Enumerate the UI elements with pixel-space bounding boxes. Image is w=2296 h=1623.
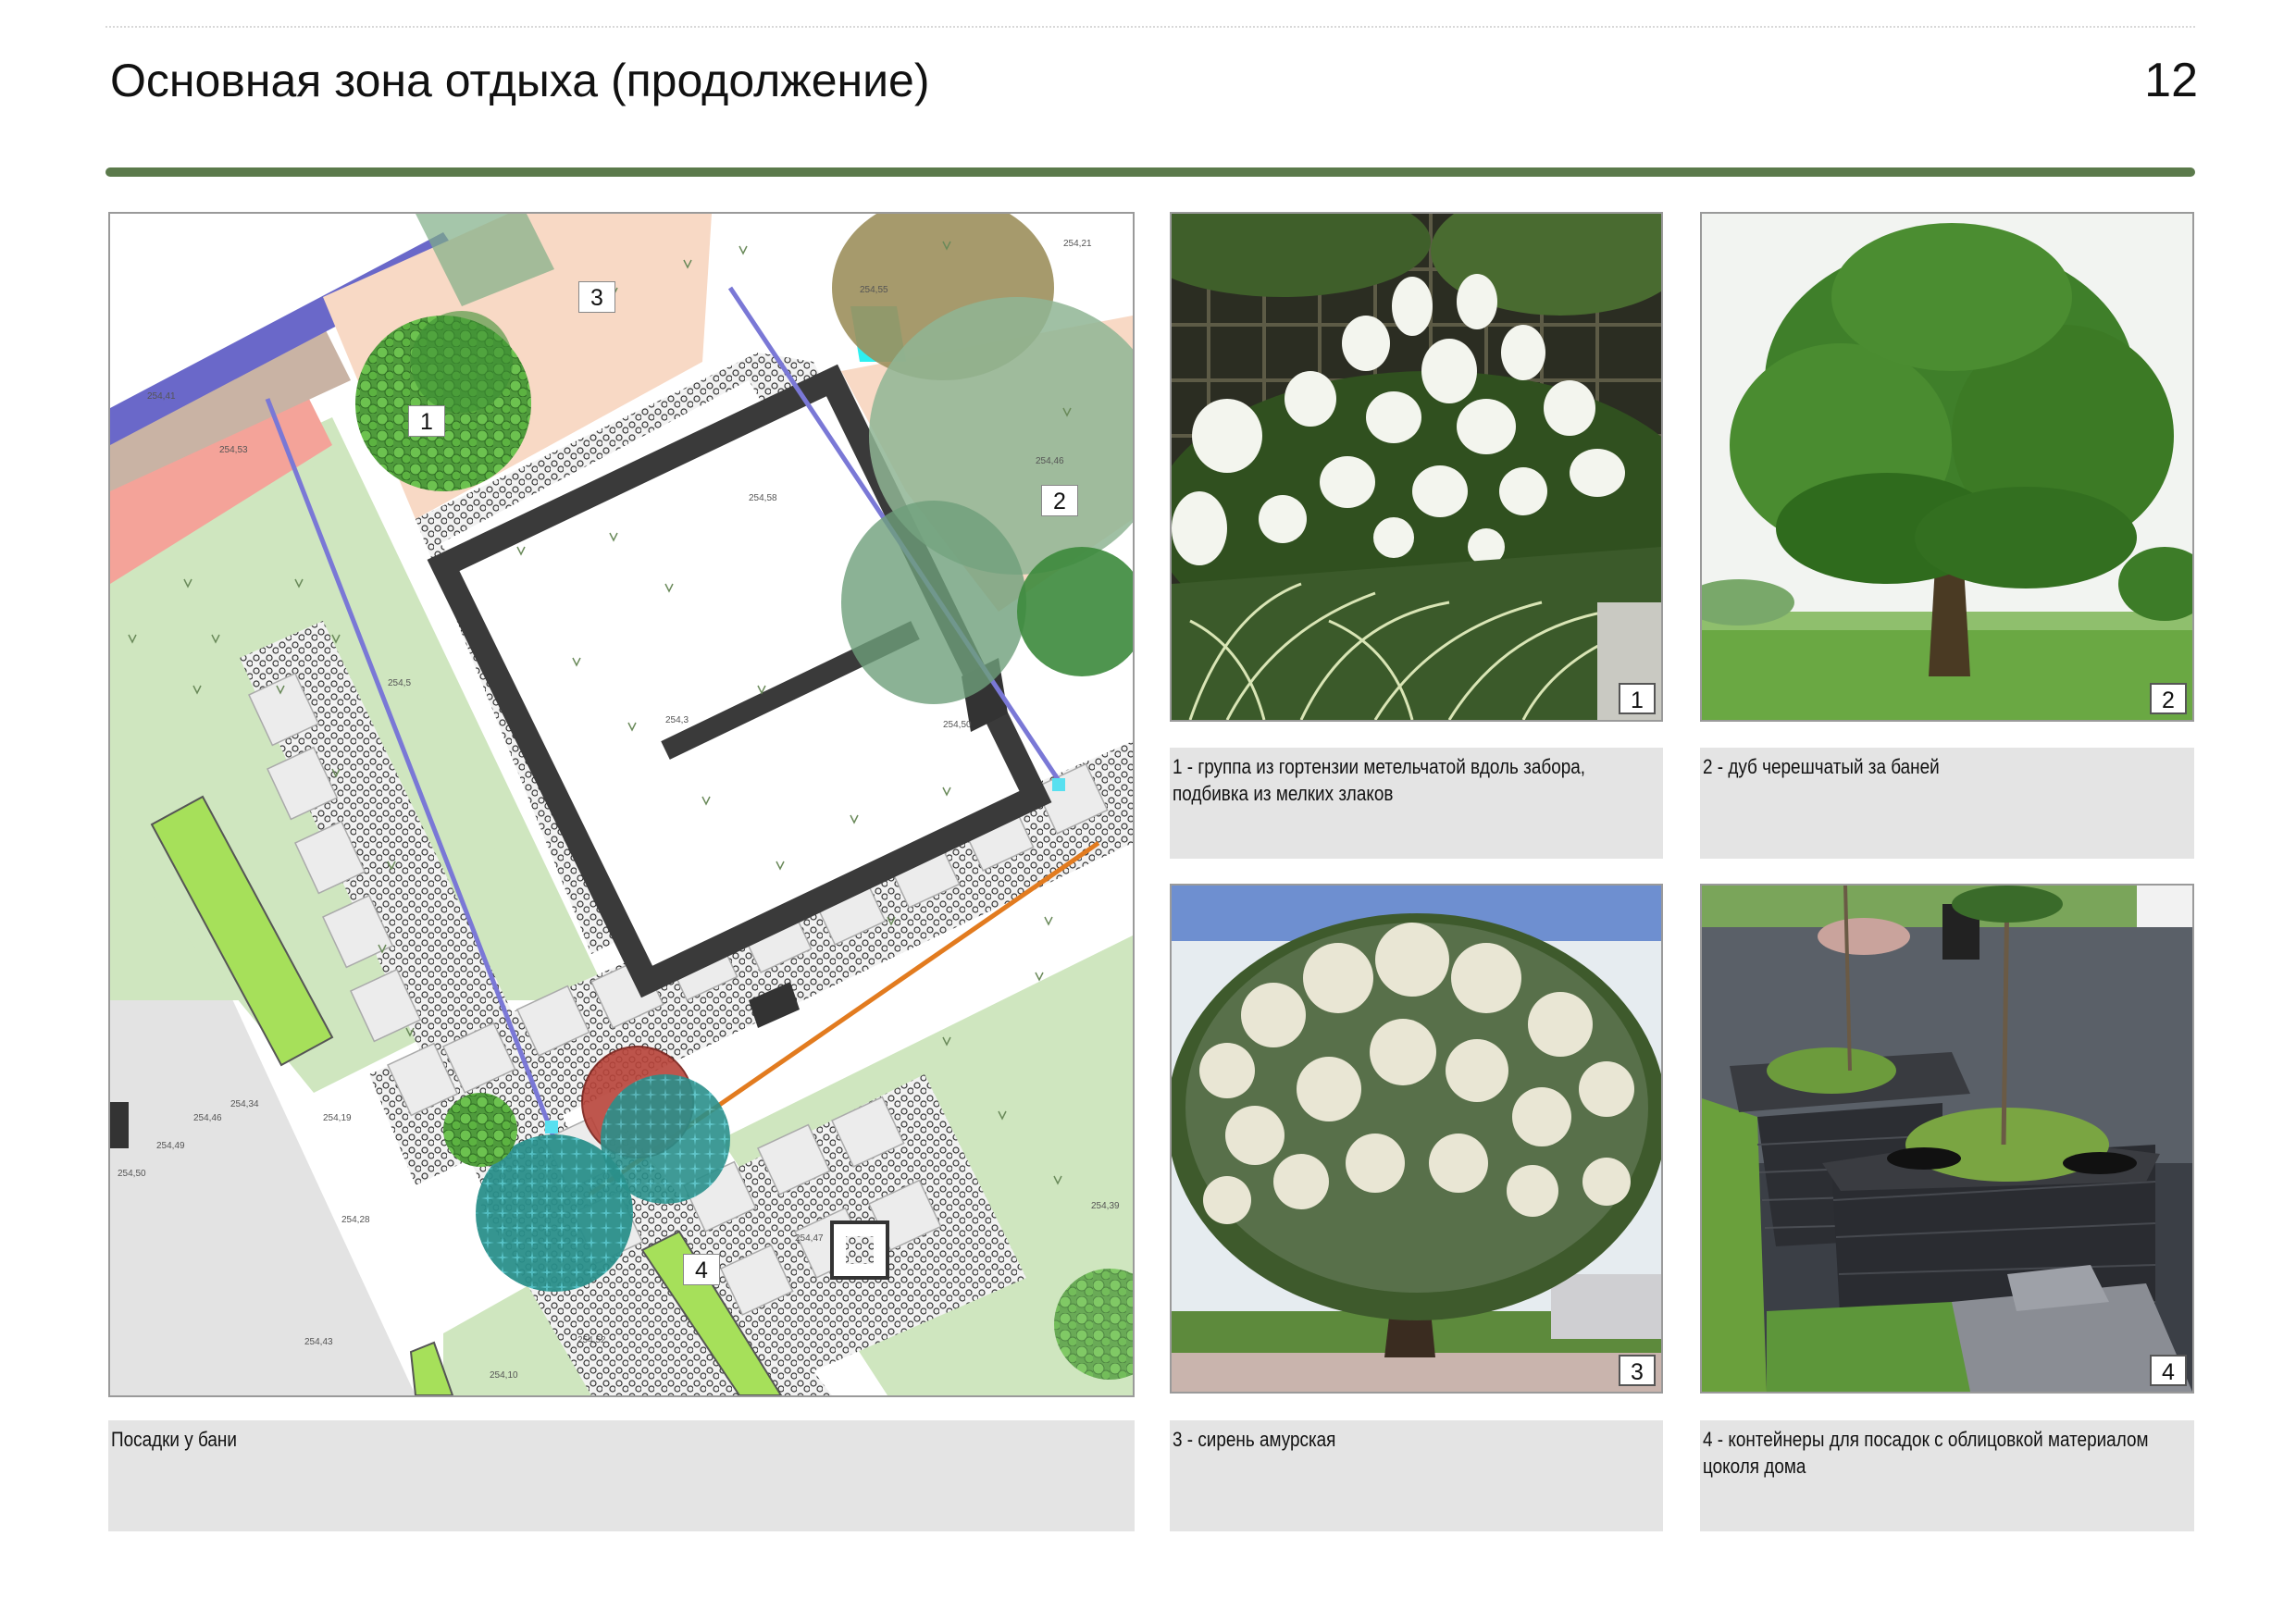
- hydrangea-image: [1172, 214, 1661, 720]
- planters-image: [1702, 886, 2192, 1392]
- photo-lilac: 3: [1170, 884, 1663, 1394]
- oak-image: [1702, 214, 2192, 720]
- top-guide-line: [105, 26, 2195, 31]
- site-plan-drawing: 254,21 254,41 254,53 254,58 254,46 254,5…: [110, 214, 1133, 1395]
- elevation-label: 254,21: [1063, 239, 1092, 249]
- elevation-label: 254,50: [943, 720, 972, 730]
- caption-line: 3 - сирень амурская: [1173, 1428, 1336, 1451]
- elevation-label: 254,10: [490, 1370, 518, 1381]
- elevation-label: 254,50: [118, 1169, 146, 1179]
- photo-number-badge: 3: [1619, 1355, 1656, 1386]
- header-rule: [105, 167, 2195, 177]
- elevation-label: 254,46: [1036, 456, 1064, 466]
- lilac-image: [1172, 886, 1661, 1392]
- elevation-label: 254,46: [193, 1113, 222, 1123]
- elevation-label: 254,55: [860, 285, 888, 295]
- page-title: Основная зона отдыха (продолжение): [110, 55, 930, 106]
- photo-hydrangea: 1: [1170, 212, 1663, 722]
- page-number: 12: [2144, 54, 2198, 107]
- elevation-label: 254,47: [795, 1233, 824, 1244]
- elevation-label: 254,58: [749, 493, 777, 503]
- site-plan: 254,21 254,41 254,53 254,58 254,46 254,5…: [108, 212, 1135, 1397]
- photo-3-caption: 3 - сирень амурская: [1170, 1420, 1663, 1531]
- plan-label-1: 1: [408, 405, 445, 437]
- elevation-label: 254,52: [577, 1335, 606, 1345]
- plan-caption-text: Посадки у бани: [111, 1428, 237, 1451]
- photo-4-caption: 4 - контейнеры для посадок с облицовкой …: [1700, 1420, 2194, 1531]
- photo-number-badge: 1: [1619, 683, 1656, 714]
- elevation-label: 254,41: [147, 391, 176, 402]
- elevation-label: 254,53: [219, 445, 248, 455]
- plan-label-3: 3: [578, 281, 615, 313]
- caption-line: 2 - дуб черешчатый за баней: [1703, 755, 1940, 778]
- photo-number-badge: 4: [2150, 1355, 2187, 1386]
- photo-1-caption: 1 - группа из гортензии метельчатой вдол…: [1170, 748, 1663, 859]
- caption-line: подбивка из мелких злаков: [1173, 782, 1394, 805]
- elevation-label: 254,49: [156, 1141, 185, 1151]
- plan-label-4: 4: [683, 1254, 720, 1285]
- photo-planters: 4: [1700, 884, 2194, 1394]
- plan-caption: Посадки у бани: [108, 1420, 1135, 1531]
- photo-2-caption: 2 - дуб черешчатый за баней: [1700, 748, 2194, 859]
- elevation-label: 254,19: [323, 1113, 352, 1123]
- photo-oak: 2: [1700, 212, 2194, 722]
- caption-line: 4 - контейнеры для посадок с облицовкой …: [1703, 1428, 2149, 1451]
- elevation-label: 254,5: [388, 678, 411, 688]
- elevation-label: 254,3: [665, 715, 689, 725]
- elevation-label: 254,43: [304, 1337, 333, 1347]
- plan-label-2: 2: [1041, 485, 1078, 516]
- caption-line: цоколя дома: [1703, 1455, 1806, 1478]
- elevation-label: 254,34: [230, 1099, 259, 1109]
- elevation-label: 254,39: [1091, 1201, 1120, 1211]
- photo-number-badge: 2: [2150, 683, 2187, 714]
- elevation-label: 254,28: [341, 1215, 370, 1225]
- caption-line: 1 - группа из гортензии метельчатой вдол…: [1173, 755, 1586, 778]
